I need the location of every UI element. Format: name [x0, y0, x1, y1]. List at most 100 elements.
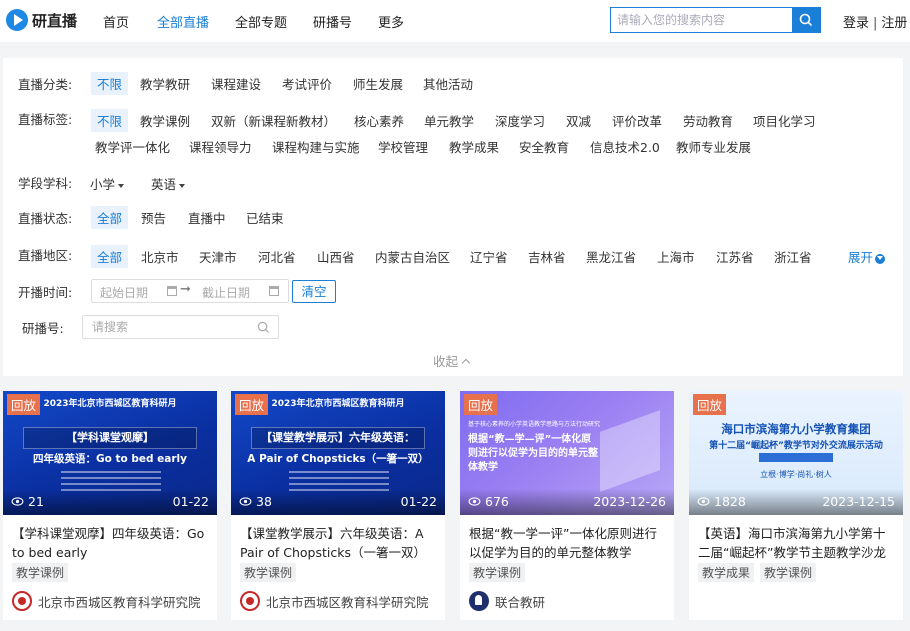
card-title[interactable]: 根据“教一学一评”一体化原则进行以促学为目的的单元整体教学 [469, 524, 668, 562]
card-tag[interactable]: 教学成果 [698, 563, 755, 582]
card-thumbnail[interactable]: 2023年北京市西城区教育科研月 【课堂教学展示】六年级英语： A Pair o… [231, 391, 445, 515]
card-thumbnail[interactable]: 2023年北京市西城区教育科研月 【学科课堂观摩】 四年级英语：Go to be… [3, 391, 217, 515]
tag-option[interactable]: 课程领导力 [189, 137, 252, 156]
category-option[interactable]: 其他活动 [423, 74, 473, 93]
nav-all-topics[interactable]: 全部专题 [235, 12, 287, 31]
auth-links: 登录 | 注册 [843, 12, 907, 31]
subject-value: 英语 [151, 177, 177, 192]
live-card[interactable]: 2023年北京市西城区教育科研月 【学科课堂观摩】 四年级英语：Go to be… [3, 391, 217, 620]
region-option[interactable]: 辽宁省 [470, 247, 508, 266]
author-avatar [469, 591, 489, 611]
tag-option[interactable]: 教学课例 [140, 111, 190, 130]
card-author[interactable]: 联合教研 [469, 591, 545, 611]
card-tag[interactable]: 教学课例 [12, 563, 69, 582]
status-option[interactable]: 预告 [141, 208, 166, 227]
view-count-value: 21 [28, 494, 44, 509]
tag-option[interactable]: 双新（新课程新教材） [211, 111, 336, 130]
region-option[interactable]: 北京市 [141, 247, 179, 266]
subject-label: 学段学科: [18, 176, 73, 191]
card-thumbnail[interactable]: 海口市滨海第九小学教育集团 第十二届“崛起杯”教学节对外交流展示活动 立根·博学… [689, 391, 903, 515]
tag-option[interactable]: 安全教育 [519, 137, 569, 156]
card-author[interactable]: 北京市西城区教育科学研究院 [12, 591, 201, 611]
live-card[interactable]: 基于核心素养的小学英语教学思路与方法行动研究 根据“教—学—评”一体化原则进行以… [460, 391, 674, 620]
search-icon[interactable] [257, 321, 270, 334]
category-label: 直播分类: [18, 77, 73, 92]
author-avatar [240, 591, 260, 611]
category-option-all[interactable]: 不限 [91, 72, 129, 95]
region-option[interactable]: 天津市 [199, 247, 237, 266]
tag-option[interactable]: 课程构建与实施 [272, 137, 360, 156]
card-tags: 教学成果 教学课例 [698, 563, 822, 582]
filter-panel: 直播分类: 不限 教学教研 课程建设 考试评价 师生发展 其他活动 直播标签: … [3, 58, 903, 376]
region-option[interactable]: 吉林省 [528, 247, 566, 266]
category-option[interactable]: 考试评价 [282, 74, 332, 93]
tag-option[interactable]: 评价改革 [612, 111, 662, 130]
region-option[interactable]: 上海市 [657, 247, 695, 266]
thumb-title: 海口市滨海第九小学教育集团 [721, 422, 871, 436]
tag-option[interactable]: 劳动教育 [683, 111, 733, 130]
tag-option[interactable]: 核心素养 [354, 111, 404, 130]
nav-yanbo[interactable]: 研播号 [313, 12, 352, 31]
start-date-input[interactable]: 起始日期 [100, 284, 148, 301]
region-option-all[interactable]: 全部 [91, 245, 129, 268]
time-label: 开播时间: [18, 285, 73, 300]
region-expand-button[interactable]: 展开 [848, 247, 886, 266]
nav-all-live[interactable]: 全部直播 [157, 12, 209, 31]
play-logo-icon [6, 9, 28, 31]
view-count: 676 [468, 494, 509, 509]
tag-option[interactable]: 教学成果 [449, 137, 499, 156]
card-author[interactable]: 北京市西城区教育科学研究院 [240, 591, 429, 611]
region-option[interactable]: 黑龙江省 [586, 247, 636, 266]
category-option[interactable]: 课程建设 [211, 74, 261, 93]
card-tag[interactable]: 教学课例 [760, 563, 817, 582]
author-name: 联合教研 [495, 594, 546, 610]
site-logo[interactable]: 研直播 [6, 9, 77, 31]
thumb-date-bar [759, 453, 833, 462]
category-option[interactable]: 教学教研 [140, 74, 190, 93]
status-option[interactable]: 已结束 [246, 208, 284, 227]
tag-option[interactable]: 教师专业发展 [676, 137, 751, 156]
thumb-title: 根据“教—学—评”一体化原则进行以促学为目的的单元整体教学 [468, 434, 598, 473]
card-thumbnail[interactable]: 基于核心素养的小学英语教学思路与方法行动研究 根据“教—学—评”一体化原则进行以… [460, 391, 674, 515]
search-input[interactable] [611, 8, 793, 32]
tag-option-all[interactable]: 不限 [91, 109, 129, 132]
status-label: 直播状态: [18, 211, 73, 226]
tag-option[interactable]: 单元教学 [424, 111, 474, 130]
region-option[interactable]: 山西省 [317, 247, 355, 266]
live-card[interactable]: 海口市滨海第九小学教育集团 第十二届“崛起杯”教学节对外交流展示活动 立根·博学… [689, 391, 903, 620]
status-option[interactable]: 直播中 [188, 208, 226, 227]
subject-dropdown[interactable]: 英语 [151, 174, 186, 193]
nav-home[interactable]: 首页 [103, 12, 129, 31]
clear-date-button[interactable]: 清空 [292, 280, 336, 303]
eye-icon [697, 497, 710, 506]
register-link[interactable]: 注册 [881, 16, 907, 31]
card-tag[interactable]: 教学课例 [240, 563, 297, 582]
tag-option[interactable]: 项目化学习 [753, 111, 816, 130]
region-option[interactable]: 江苏省 [716, 247, 754, 266]
tag-option[interactable]: 深度学习 [495, 111, 545, 130]
login-link[interactable]: 登录 [843, 16, 869, 31]
region-option[interactable]: 浙江省 [774, 247, 812, 266]
search-button[interactable] [792, 8, 820, 32]
tag-option[interactable]: 双减 [566, 111, 591, 130]
live-card[interactable]: 2023年北京市西城区教育科研月 【课堂教学展示】六年级英语： A Pair o… [231, 391, 445, 620]
stage-dropdown[interactable]: 小学 [90, 174, 125, 193]
tag-option[interactable]: 信息技术2.0 [590, 137, 660, 156]
category-option[interactable]: 师生发展 [353, 74, 403, 93]
date-range-picker[interactable]: 起始日期 ➞ 截止日期 [91, 279, 289, 303]
status-option-all[interactable]: 全部 [91, 206, 129, 229]
nav-more[interactable]: 更多 [378, 12, 404, 31]
region-option[interactable]: 河北省 [258, 247, 296, 266]
card-title[interactable]: 【英语】海口市滨海第九小学第十二届“崛起杯”教学节主题教学沙龙 [698, 524, 897, 562]
card-title[interactable]: 【课堂教学展示】六年级英语：A Pair of Chopsticks（一箸一双） [240, 524, 439, 562]
card-tag[interactable]: 教学课例 [469, 563, 526, 582]
tag-option[interactable]: 学校管理 [378, 137, 428, 156]
tag-option[interactable]: 教学评一体化 [95, 137, 170, 156]
yanbo-search-input[interactable] [83, 316, 253, 338]
author-name: 北京市西城区教育科学研究院 [38, 594, 201, 610]
card-title[interactable]: 【学科课堂观摩】四年级英语：Go to bed early [12, 524, 211, 562]
collapse-filters-button[interactable]: 收起 [433, 351, 471, 370]
end-date-input[interactable]: 截止日期 [202, 284, 250, 301]
region-option[interactable]: 内蒙古自治区 [375, 247, 450, 266]
thumb-subtitle: 第十二届“崛起杯”教学节对外交流展示活动 [709, 441, 883, 451]
